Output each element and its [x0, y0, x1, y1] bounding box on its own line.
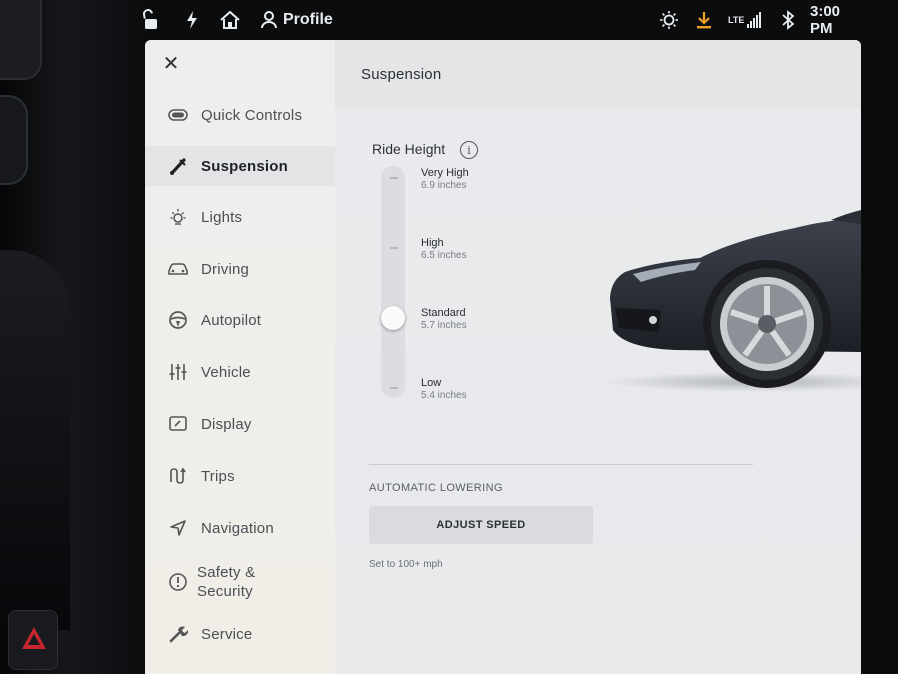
signal-icon: LTE — [728, 0, 762, 40]
trips-icon — [167, 465, 189, 487]
sidebar-item-label: Trips — [201, 467, 235, 485]
sidebar-item-display[interactable]: Display — [145, 404, 335, 444]
air-vent — [0, 0, 42, 80]
settings-screen: ✕ Quick Controls Suspension Lights Drivi… — [145, 40, 861, 674]
suspension-panel: Suspension Ride Height i Very High 6.9 i… — [335, 40, 861, 674]
profile-label: Profile — [283, 11, 333, 28]
sidebar-item-safety-security[interactable]: Safety & Security — [145, 556, 335, 608]
profile-button[interactable]: Profile — [261, 0, 333, 40]
hazard-button[interactable] — [8, 610, 58, 670]
steering-wheel-icon — [167, 309, 189, 331]
level-low-value: 5.4 inches — [421, 390, 467, 401]
level-low-label[interactable]: Low — [421, 377, 441, 389]
bluetooth-icon[interactable] — [781, 0, 795, 40]
page-title: Suspension — [361, 66, 442, 83]
lightning-icon[interactable] — [185, 0, 199, 40]
slider-tick — [390, 177, 398, 179]
car-icon — [167, 258, 189, 280]
settings-sidebar: ✕ Quick Controls Suspension Lights Drivi… — [145, 40, 335, 674]
speed-note: Set to 100+ mph — [369, 559, 443, 570]
section-divider — [369, 464, 753, 465]
level-standard-label[interactable]: Standard — [421, 307, 466, 319]
sun-icon[interactable] — [659, 0, 679, 40]
sidebar-item-label: Display — [201, 415, 252, 433]
level-high-value: 6.5 inches — [421, 250, 467, 261]
dashboard-trim — [0, 250, 70, 630]
sidebar-item-label: Suspension — [201, 157, 289, 175]
status-bar: Profile LTE 3:00 PM — [135, 0, 865, 40]
screen-bezel-right — [858, 0, 898, 674]
air-vent — [0, 95, 28, 185]
close-icon: ✕ — [162, 53, 180, 75]
level-very-high-label[interactable]: Very High — [421, 167, 469, 179]
navigation-icon — [167, 517, 189, 539]
sidebar-item-label: Lights — [201, 208, 243, 226]
sidebar-item-trips[interactable]: Trips — [145, 456, 335, 496]
adjust-speed-button[interactable]: ADJUST SPEED — [369, 506, 593, 544]
level-standard-value: 5.7 inches — [421, 320, 467, 331]
slider-thumb[interactable] — [381, 306, 405, 330]
level-very-high-value: 6.9 inches — [421, 180, 467, 191]
sidebar-item-label: Safety & Security — [197, 564, 256, 600]
sidebar-item-vehicle[interactable]: Vehicle — [145, 352, 335, 392]
lock-icon[interactable] — [143, 0, 163, 40]
suspension-icon — [167, 155, 189, 177]
hazard-icon — [22, 627, 46, 649]
sidebar-item-service[interactable]: Service — [145, 614, 335, 654]
sidebar-item-navigation[interactable]: Navigation — [145, 508, 335, 548]
sliders-icon — [167, 361, 189, 383]
profile-icon — [261, 11, 277, 29]
sidebar-item-label: Service — [201, 625, 253, 643]
display-icon — [167, 413, 189, 435]
sidebar-item-label: Autopilot — [201, 311, 262, 329]
alert-circle-icon — [167, 571, 189, 593]
sidebar-item-quick-controls[interactable]: Quick Controls — [145, 95, 335, 135]
clock: 3:00 PM — [810, 3, 841, 37]
sidebar-item-suspension[interactable]: Suspension — [145, 146, 335, 186]
sidebar-item-driving[interactable]: Driving — [145, 249, 335, 289]
sidebar-item-label: Navigation — [201, 519, 274, 537]
toggle-icon — [167, 104, 189, 126]
slider-tick — [390, 247, 398, 249]
close-button[interactable]: ✕ — [161, 54, 181, 74]
automatic-lowering-label: AUTOMATIC LOWERING — [369, 482, 503, 494]
lights-icon — [167, 206, 189, 228]
wrench-icon — [167, 623, 189, 645]
download-icon[interactable] — [695, 0, 713, 40]
level-high-label[interactable]: High — [421, 237, 444, 249]
home-icon[interactable] — [219, 0, 241, 40]
sidebar-item-label: Quick Controls — [201, 106, 303, 124]
car-image — [605, 210, 861, 392]
sidebar-item-lights[interactable]: Lights — [145, 197, 335, 237]
sidebar-item-label: Vehicle — [201, 363, 251, 381]
sidebar-item-label: Driving — [201, 260, 250, 278]
slider-tick — [390, 387, 398, 389]
ride-height-label: Ride Height — [372, 141, 446, 157]
lte-label: LTE — [728, 15, 745, 25]
ride-height-slider[interactable] — [381, 166, 405, 398]
sidebar-item-autopilot[interactable]: Autopilot — [145, 300, 335, 340]
info-icon[interactable]: i — [460, 141, 478, 159]
panel-header: Suspension — [335, 40, 861, 108]
